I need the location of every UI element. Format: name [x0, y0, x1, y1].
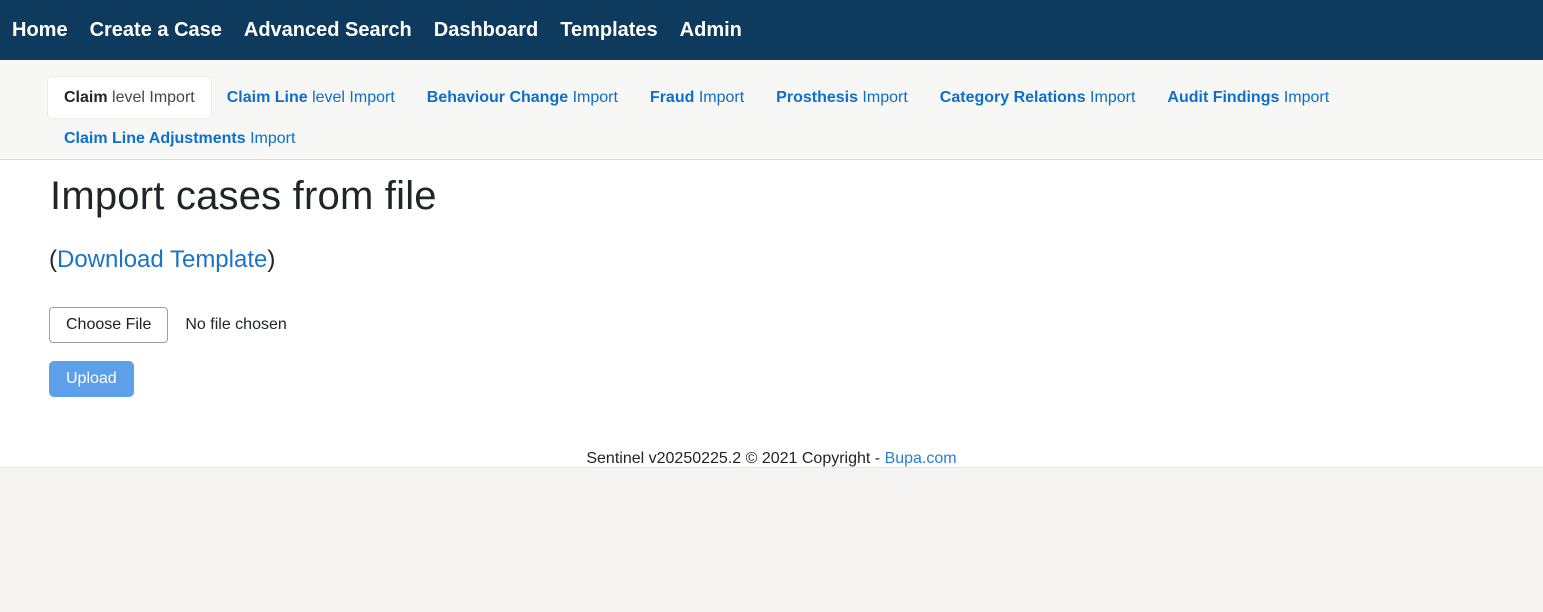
tab-fraud-import[interactable]: Fraud Import: [634, 77, 760, 118]
tab-label-strong: Claim Line: [227, 89, 308, 106]
tab-label-rest: Import: [568, 89, 618, 106]
tab-label-rest: Import: [1086, 89, 1136, 106]
tab-claim-line-level-import[interactable]: Claim Line level Import: [211, 77, 411, 118]
paren-open: (: [49, 246, 57, 273]
tab-label-strong: Claim: [64, 89, 108, 106]
tab-label-rest: Import: [246, 130, 296, 147]
footer: Sentinel v20250225.2 © 2021 Copyright - …: [0, 450, 1543, 468]
paren-close: ): [267, 246, 275, 273]
download-template-link[interactable]: Download Template: [57, 246, 267, 273]
nav-item-dashboard[interactable]: Dashboard: [423, 0, 549, 60]
nav-item-create-a-case[interactable]: Create a Case: [79, 0, 233, 60]
footer-version-text: Sentinel v20250225.2 © 2021 Copyright -: [586, 450, 884, 467]
tab-label-rest: level Import: [108, 89, 195, 106]
bottom-band: [0, 467, 1543, 612]
page: HomeCreate a CaseAdvanced SearchDashboar…: [0, 0, 1543, 612]
footer-bupa-link[interactable]: Bupa.com: [885, 450, 957, 467]
tab-behaviour-change-import[interactable]: Behaviour Change Import: [411, 77, 634, 118]
main-content: Import cases from file (Download Templat…: [0, 173, 1543, 481]
tab-label-rest: Import: [1279, 89, 1329, 106]
tab-prosthesis-import[interactable]: Prosthesis Import: [760, 77, 924, 118]
tab-label-strong: Behaviour Change: [427, 89, 568, 106]
nav-item-home[interactable]: Home: [1, 0, 79, 60]
tab-label-rest: Import: [858, 89, 908, 106]
tab-category-relations-import[interactable]: Category Relations Import: [924, 77, 1152, 118]
tab-label-strong: Fraud: [650, 89, 694, 106]
tab-audit-findings-import[interactable]: Audit Findings Import: [1151, 77, 1345, 118]
nav-item-templates[interactable]: Templates: [549, 0, 668, 60]
tab-claim-level-import[interactable]: Claim level Import: [48, 77, 211, 118]
nav-item-admin[interactable]: Admin: [669, 0, 753, 60]
tab-label-rest: level Import: [308, 89, 395, 106]
tab-label-strong: Claim Line Adjustments: [64, 130, 246, 147]
page-title: Import cases from file: [50, 173, 1543, 220]
nav-item-advanced-search[interactable]: Advanced Search: [233, 0, 423, 60]
file-status-text: No file chosen: [185, 316, 286, 334]
tab-label-strong: Audit Findings: [1167, 89, 1279, 106]
tab-claim-line-adjustments-import[interactable]: Claim Line Adjustments Import: [48, 118, 311, 159]
tab-strip: Claim level ImportClaim Line level Impor…: [0, 60, 1543, 160]
file-input-row: Choose File No file chosen: [49, 307, 1543, 343]
tab-label-strong: Prosthesis: [776, 89, 858, 106]
tab-label-strong: Category Relations: [940, 89, 1086, 106]
upload-button[interactable]: Upload: [49, 361, 134, 397]
download-template-line: (Download Template): [49, 246, 1543, 274]
tab-label-rest: Import: [694, 89, 744, 106]
top-navbar: HomeCreate a CaseAdvanced SearchDashboar…: [0, 0, 1543, 60]
choose-file-button[interactable]: Choose File: [49, 307, 168, 343]
